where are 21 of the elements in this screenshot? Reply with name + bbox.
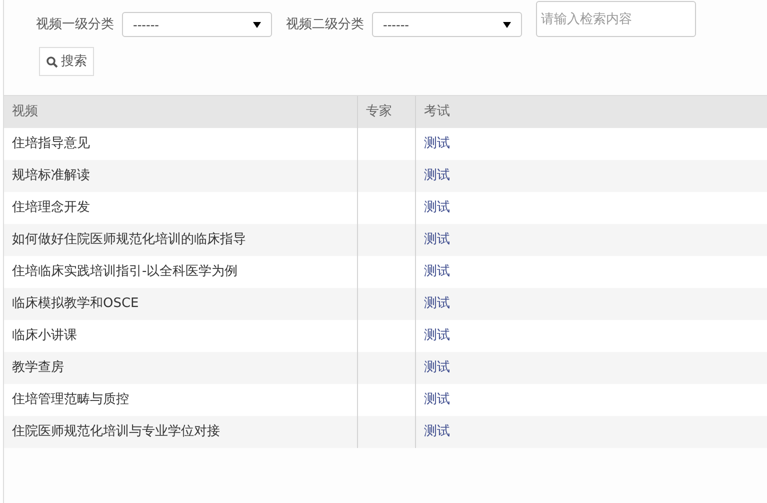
table-cell: 住院医师规范化培训与专业学位对接 [4, 416, 358, 448]
exam-link[interactable]: 测试 [424, 358, 450, 378]
exam-link[interactable]: 测试 [424, 198, 450, 218]
exam-link[interactable]: 测试 [424, 262, 450, 282]
search-icon [46, 56, 58, 68]
exam-link[interactable]: 测试 [424, 166, 450, 186]
category-dropdown[interactable]: ------ [372, 12, 522, 37]
search-field[interactable]: 请输入检索内容 [536, 1, 696, 37]
exam-link[interactable]: 测试 [424, 294, 450, 314]
exam-link[interactable]: 测试 [424, 326, 450, 346]
category-dropdown[interactable]: ------ [122, 12, 272, 37]
column-header: 考试 [423, 103, 451, 122]
exam-link[interactable]: 测试 [424, 390, 450, 410]
filter-label: 视频二级分类 [286, 16, 364, 34]
caret-icon [253, 22, 261, 28]
exam-link[interactable]: 测试 [424, 230, 450, 250]
exam-link[interactable]: 测试 [424, 134, 450, 154]
filter-label: 视频一级分类 [36, 16, 114, 34]
exam-link[interactable]: 测试 [424, 422, 450, 442]
caret-icon [503, 22, 511, 28]
search-button[interactable]: 搜索 [39, 47, 94, 76]
